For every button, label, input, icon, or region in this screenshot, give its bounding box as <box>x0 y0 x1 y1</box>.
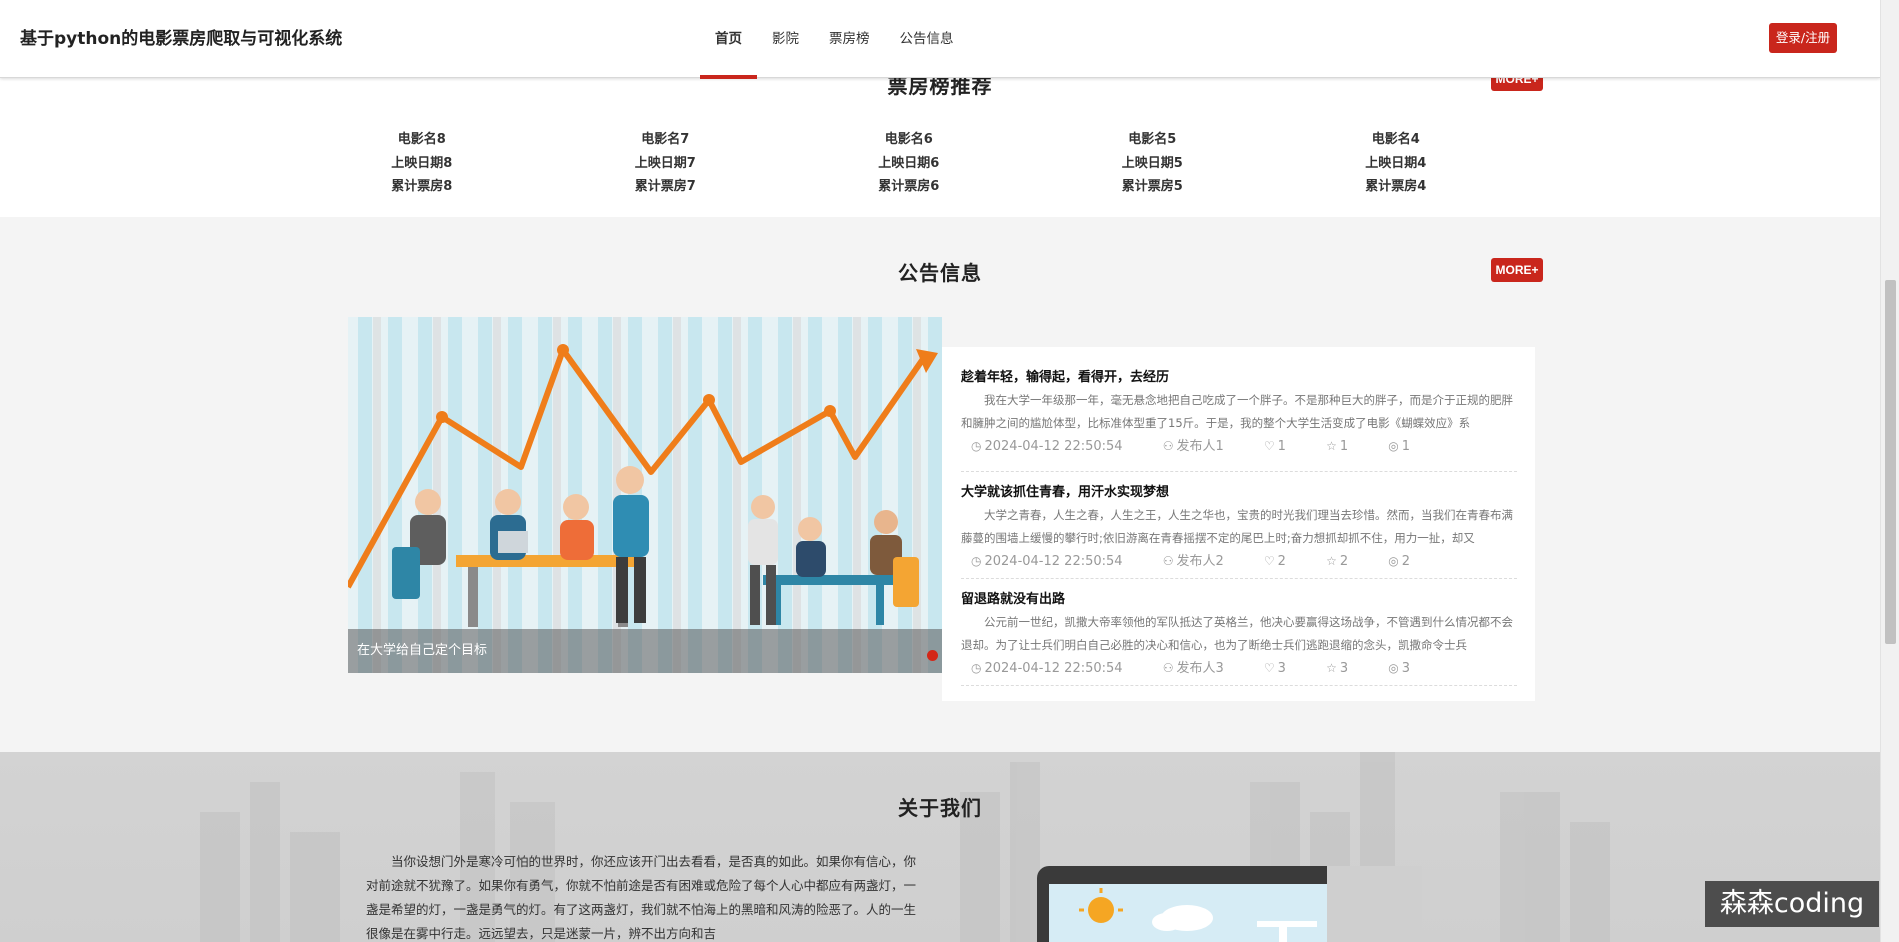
notice-excerpt: 我在大学一年级那一年，毫无悬念地把自己吃成了一个胖子。不是那种巨大的胖子，而是介… <box>961 393 1513 430</box>
notice-meta: ◷ 2024-04-12 22:50:54 ⚇ 发布人3 ♡ 3 ☆ 3 ◎ 3 <box>961 657 1517 679</box>
user-icon: ⚇ <box>1162 439 1174 453</box>
notice-likes: 3 <box>1277 661 1286 676</box>
movie-box-office: 累计票房8 <box>391 179 453 194</box>
star-icon: ☆ <box>1326 661 1337 675</box>
eye-icon: ◎ <box>1388 554 1399 568</box>
thumbs-up-icon: ♡ <box>1263 661 1275 675</box>
nav-notices[interactable]: 公告信息 <box>885 0 969 78</box>
top-header: 基于python的电影票房爬取与可视化系统 首页 影院 票房榜 公告信息 登录/… <box>0 0 1880 79</box>
movie-box-office: 累计票房5 <box>1121 179 1183 194</box>
movie-card[interactable]: 电影名5 上映日期5 累计票房5 <box>1031 128 1275 199</box>
movie-box-office: 累计票房6 <box>878 179 940 194</box>
carousel-indicator-dot[interactable] <box>927 650 938 661</box>
notice-likes: 1 <box>1277 439 1286 454</box>
user-icon: ⚇ <box>1162 554 1174 568</box>
clock-icon: ◷ <box>971 554 982 568</box>
page-content: 票房榜推荐 MORE+ 电影名8 上映日期8 累计票房8 电影名7 上映日期7 … <box>0 0 1880 942</box>
notice-author: 发布人3 <box>1176 661 1224 676</box>
movie-name: 电影名4 <box>1371 132 1420 147</box>
notice-author: 发布人2 <box>1176 554 1224 569</box>
notice-title[interactable]: 趁着年轻，输得起，看得开，去经历 <box>961 367 1517 389</box>
eye-icon: ◎ <box>1388 661 1399 675</box>
notice-views: 3 <box>1401 661 1411 676</box>
business-growth-illustration <box>348 317 942 673</box>
notice-author: 发布人1 <box>1176 439 1224 454</box>
notice-meta: ◷ 2024-04-12 22:50:54 ⚇ 发布人2 ♡ 2 ☆ 2 ◎ 2 <box>961 550 1517 572</box>
movie-release-date: 上映日期7 <box>634 155 696 171</box>
movie-box-office: 累计票房7 <box>634 179 696 194</box>
notice-meta: ◷ 2024-04-12 22:50:54 ⚇ 发布人1 ♡ 1 ☆ 1 ◎ 1 <box>961 435 1517 457</box>
notice-item[interactable]: 留退路就没有出路 公元前一世纪，凯撒大帝率领他的军队抵达了英格兰，他决心要赢得这… <box>961 579 1517 686</box>
nav-home[interactable]: 首页 <box>700 0 757 79</box>
movie-release-date: 上映日期4 <box>1365 155 1427 171</box>
notice-list: 趁着年轻，输得起，看得开，去经历 我在大学一年级那一年，毫无悬念地把自己吃成了一… <box>942 347 1535 701</box>
scrollbar-thumb[interactable] <box>1885 280 1896 644</box>
laptop-illustration <box>1037 866 1422 942</box>
clock-icon: ◷ <box>971 439 982 453</box>
eye-icon: ◎ <box>1388 439 1399 453</box>
main-nav: 首页 影院 票房榜 公告信息 <box>700 0 969 79</box>
movie-name: 电影名5 <box>1128 132 1177 147</box>
clock-icon: ◷ <box>971 661 982 675</box>
notice-likes: 2 <box>1277 554 1286 569</box>
movie-release-date: 上映日期6 <box>878 155 940 171</box>
notice-excerpt: 大学之青春，人生之春，人生之王，人生之华也，宝贵的时光我们理当去珍惜。然而，当我… <box>961 508 1513 545</box>
nav-cinema[interactable]: 影院 <box>757 0 814 78</box>
login-register-button[interactable]: 登录/注册 <box>1769 23 1837 53</box>
notice-section-title: 公告信息 <box>898 261 982 285</box>
notice-title[interactable]: 留退路就没有出路 <box>961 589 1517 611</box>
star-icon: ☆ <box>1326 554 1337 568</box>
notice-carousel[interactable]: 在大学给自己定个目标 <box>348 317 942 673</box>
movie-name: 电影名7 <box>641 132 690 147</box>
notice-views: 1 <box>1401 439 1411 454</box>
user-icon: ⚇ <box>1162 661 1174 675</box>
notice-title[interactable]: 大学就该抓住青春，用汗水实现梦想 <box>961 482 1517 504</box>
movie-release-date: 上映日期8 <box>391 155 453 171</box>
movie-release-date: 上映日期5 <box>1121 155 1183 171</box>
about-text: 当你设想门外是寒冷可怕的世界时，你还应该开门出去看看，是否真的如此。如果你有信心… <box>366 854 917 941</box>
movie-card[interactable]: 电影名6 上映日期6 累计票房6 <box>787 128 1031 199</box>
thumbs-up-icon: ♡ <box>1263 439 1275 453</box>
notice-time: 2024-04-12 22:50:54 <box>984 439 1123 454</box>
site-title[interactable]: 基于python的电影票房爬取与可视化系统 <box>20 0 342 78</box>
notice-time: 2024-04-12 22:50:54 <box>984 554 1123 569</box>
notice-favorites: 3 <box>1339 661 1349 676</box>
notice-time: 2024-04-12 22:50:54 <box>984 661 1123 676</box>
notice-excerpt: 公元前一世纪，凯撒大帝率领他的军队抵达了英格兰，他决心要赢得这场战争，不管遇到什… <box>961 615 1513 652</box>
movie-box-office: 累计票房4 <box>1365 179 1427 194</box>
thumbs-up-icon: ♡ <box>1263 554 1275 568</box>
nav-box-office-rank[interactable]: 票房榜 <box>814 0 885 78</box>
movie-name: 电影名6 <box>884 132 933 147</box>
movie-card[interactable]: 电影名7 上映日期7 累计票房7 <box>544 128 788 199</box>
movie-card[interactable]: 电影名8 上映日期8 累计票房8 <box>300 128 544 199</box>
rank-movie-list: 电影名8 上映日期8 累计票房8 电影名7 上映日期7 累计票房7 电影名6 上… <box>300 128 1520 199</box>
about-section-title: 关于我们 <box>898 796 982 820</box>
city-skyline-background <box>200 752 1610 942</box>
notice-item[interactable]: 大学就该抓住青春，用汗水实现梦想 大学之青春，人生之春，人生之王，人生之华也，宝… <box>961 472 1517 579</box>
movie-name: 电影名8 <box>397 132 446 147</box>
notice-favorites: 2 <box>1339 554 1349 569</box>
page-scrollbar[interactable] <box>1880 0 1899 942</box>
notice-more-button[interactable]: MORE+ <box>1491 258 1543 282</box>
watermark: 森森coding <box>1705 881 1879 927</box>
notice-favorites: 1 <box>1339 439 1349 454</box>
star-icon: ☆ <box>1326 439 1337 453</box>
carousel-caption[interactable]: 在大学给自己定个目标 <box>348 629 942 673</box>
notice-item[interactable]: 趁着年轻，输得起，看得开，去经历 我在大学一年级那一年，毫无悬念地把自己吃成了一… <box>961 365 1517 472</box>
movie-card[interactable]: 电影名4 上映日期4 累计票房4 <box>1274 128 1518 199</box>
notice-views: 2 <box>1401 554 1411 569</box>
about-section: 关于我们 当你设想门外是寒冷可怕的世界时，你还应该开门出去看看，是否真的如此。如… <box>0 752 1880 942</box>
